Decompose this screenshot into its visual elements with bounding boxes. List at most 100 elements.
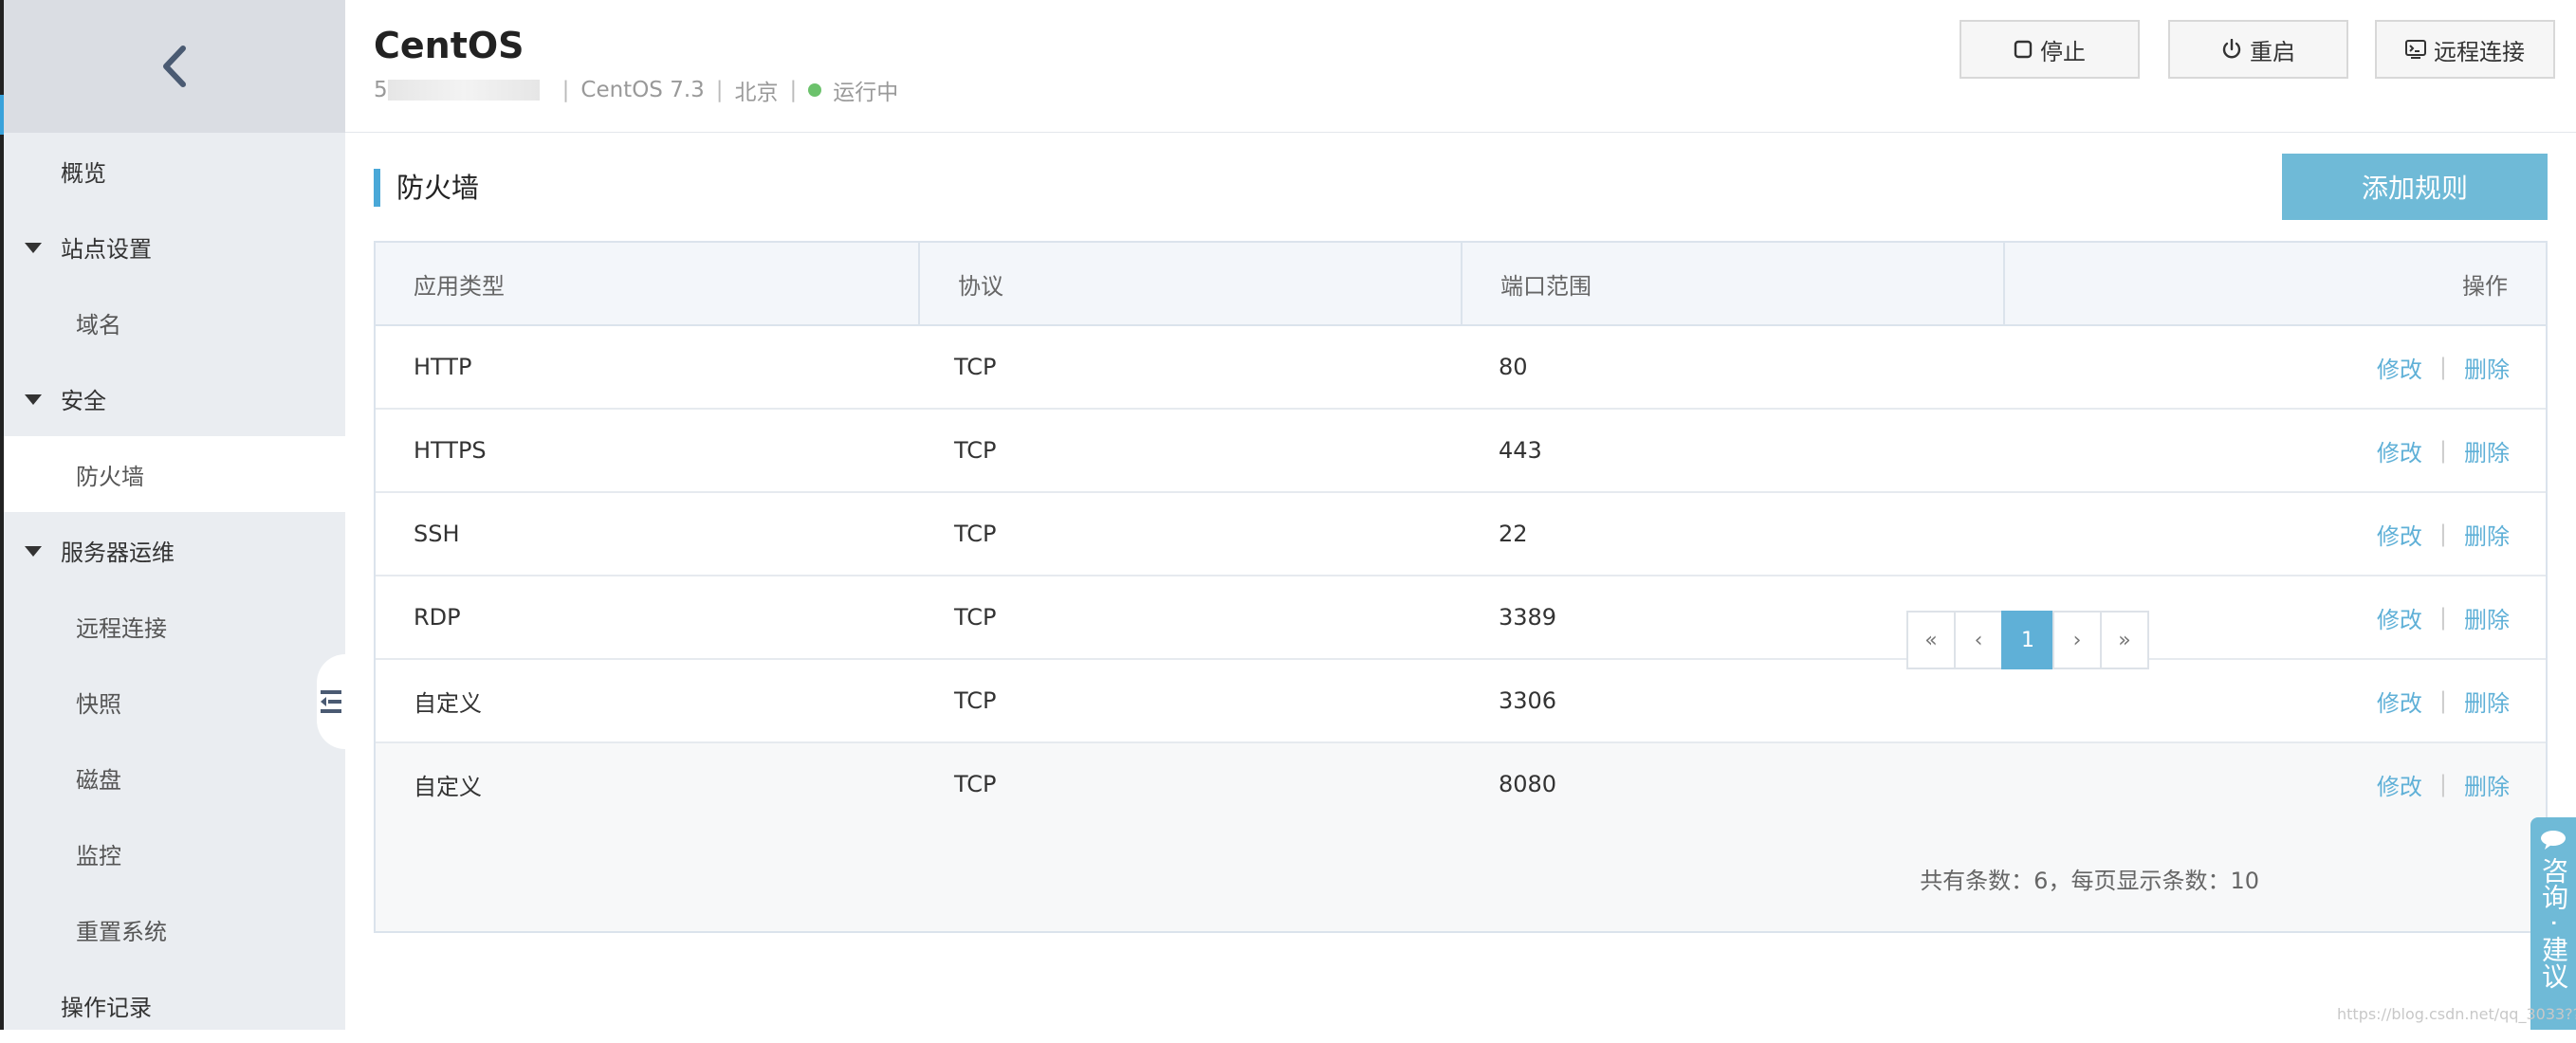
caret-down-icon (25, 243, 42, 253)
edit-link[interactable]: 修改 (2377, 434, 2422, 467)
cell-protocol: TCP (954, 771, 997, 797)
row-operations: 修改 | 删除 (2377, 493, 2510, 575)
pagination-last-button[interactable]: » (2100, 611, 2149, 669)
edit-link[interactable]: 修改 (2377, 768, 2422, 801)
sidebar-item-label: 站点设置 (61, 235, 152, 263)
instance-meta: 5 | CentOS 7.3 | 北京 | 运行中 (374, 74, 898, 106)
table-row: 自定义 TCP 8080 修改 | 删除 (376, 743, 2546, 827)
delete-link[interactable]: 删除 (2464, 768, 2510, 801)
pagination-prev-button[interactable]: ‹ (1954, 611, 2003, 669)
sidebar-item-label: 磁盘 (76, 766, 121, 794)
instance-header: CentOS 5 | CentOS 7.3 | 北京 | 运行中 停止 重启 远… (345, 0, 2576, 133)
sidebar-item-label: 防火墙 (76, 463, 144, 490)
firewall-rules-table: 应用类型 协议 端口范围 操作 HTTP TCP 80 修改 | 删除 HTTPS … (374, 241, 2548, 933)
cell-port-range: 80 (1499, 354, 1528, 380)
sidebar-item-label: 快照 (76, 690, 121, 718)
caret-down-icon (25, 394, 42, 405)
edit-link[interactable]: 修改 (2377, 685, 2422, 718)
chat-bubble-icon (2541, 831, 2566, 850)
sidebar-item-label: 远程连接 (76, 614, 167, 642)
instance-ip: 5 (374, 78, 388, 102)
sidebar-item-firewall[interactable]: 防火墙 (4, 436, 345, 512)
sidebar-item-label: 服务器运维 (61, 539, 175, 566)
sidebar-item-label: 概览 (61, 159, 106, 187)
cell-protocol: TCP (954, 604, 997, 631)
delete-link[interactable]: 删除 (2464, 685, 2510, 718)
delete-link[interactable]: 删除 (2464, 434, 2510, 467)
cell-port-range: 22 (1499, 521, 1528, 547)
cell-port-range: 3306 (1499, 687, 1557, 714)
row-operations: 修改 | 删除 (2377, 576, 2510, 658)
sidebar-item-snapshot[interactable]: 快照 (4, 664, 345, 740)
caret-down-icon (25, 546, 42, 557)
row-operations: 修改 | 删除 (2377, 410, 2510, 491)
watermark: https://blog.csdn.net/qq_3033??? (2337, 1005, 2576, 1023)
meta-separator: | (561, 78, 570, 102)
table-row: RDP TCP 3389 修改 | 删除 (376, 576, 2546, 660)
delete-link[interactable]: 删除 (2464, 351, 2510, 384)
sidebar-group-site-settings[interactable]: 站点设置 (4, 209, 345, 284)
op-separator: | (2438, 687, 2447, 714)
sidebar-item-remote-connect[interactable]: 远程连接 (4, 588, 345, 664)
edit-link[interactable]: 修改 (2377, 351, 2422, 384)
add-rule-button[interactable]: 添加规则 (2282, 154, 2548, 220)
consult-feedback-tab[interactable]: 咨询 · 建议 (2530, 817, 2576, 1030)
delete-link[interactable]: 删除 (2464, 518, 2510, 551)
edit-link[interactable]: 修改 (2377, 518, 2422, 551)
sidebar-group-server-ops[interactable]: 服务器运维 (4, 512, 345, 588)
sidebar-item-label: 监控 (76, 842, 121, 869)
sidebar-item-label: 域名 (76, 311, 121, 339)
column-header-protocol: 协议 (920, 243, 1463, 324)
sidebar-item-monitor[interactable]: 监控 (4, 815, 345, 891)
pagination-page-current[interactable]: 1 (2001, 611, 2054, 669)
op-separator: | (2438, 521, 2447, 547)
sidebar-item-operation-log[interactable]: 操作记录 (4, 967, 345, 1043)
edit-link[interactable]: 修改 (2377, 601, 2422, 634)
stop-button-label: 停止 (2040, 38, 2086, 65)
sidebar-item-disk[interactable]: 磁盘 (4, 740, 345, 815)
meta-separator: | (789, 78, 798, 102)
cell-app-type: SSH (414, 521, 460, 547)
cell-port-range: 3389 (1499, 604, 1557, 631)
section-title: 防火墙 (396, 172, 480, 204)
table-row: HTTP TCP 80 修改 | 删除 (376, 326, 2546, 410)
pagination-next-button[interactable]: › (2052, 611, 2102, 669)
sidebar-item-label: 操作记录 (61, 994, 152, 1021)
chevron-left-icon (163, 46, 186, 87)
page-title: CentOS (374, 25, 524, 66)
sidebar-item-domain[interactable]: 域名 (4, 284, 345, 360)
cell-app-type: 自定义 (414, 689, 482, 717)
pagination: « ‹ 1 › » (1906, 611, 2149, 669)
status-dot-icon (808, 83, 822, 97)
remote-connect-button[interactable]: 远程连接 (2375, 20, 2555, 79)
op-separator: | (2438, 437, 2447, 464)
power-icon (2222, 39, 2241, 59)
ip-redaction (387, 80, 540, 101)
row-operations: 修改 | 删除 (2377, 326, 2510, 408)
sidebar-group-security[interactable]: 安全 (4, 360, 345, 436)
table-row: 自定义 TCP 3306 修改 | 删除 (376, 660, 2546, 743)
stop-button[interactable]: 停止 (1960, 20, 2140, 79)
back-button[interactable] (4, 0, 345, 133)
table-header: 应用类型 协议 端口范围 操作 (376, 243, 2546, 326)
consult-label: 咨询 · 建议 (2538, 857, 2569, 989)
cell-app-type: HTTPS (414, 437, 487, 464)
op-separator: | (2438, 771, 2447, 797)
stop-square-icon (2014, 40, 2033, 59)
pagination-first-button[interactable]: « (1906, 611, 1956, 669)
section-accent-bar (374, 169, 380, 207)
collapse-menu-icon (321, 690, 341, 713)
sidebar-collapse-handle[interactable] (317, 654, 345, 749)
table-row: HTTPS TCP 443 修改 | 删除 (376, 410, 2546, 493)
status-badge: 运行中 (833, 81, 899, 105)
sidebar-item-reset-system[interactable]: 重置系统 (4, 891, 345, 967)
remote-connect-button-label: 远程连接 (2434, 38, 2525, 65)
sidebar-item-overview[interactable]: 概览 (4, 133, 345, 209)
delete-link[interactable]: 删除 (2464, 601, 2510, 634)
cell-app-type: HTTP (414, 354, 472, 380)
cell-protocol: TCP (954, 521, 997, 547)
cell-app-type: RDP (414, 604, 461, 631)
restart-button-label: 重启 (2250, 38, 2295, 65)
cell-port-range: 443 (1499, 437, 1542, 464)
restart-button[interactable]: 重启 (2168, 20, 2348, 79)
